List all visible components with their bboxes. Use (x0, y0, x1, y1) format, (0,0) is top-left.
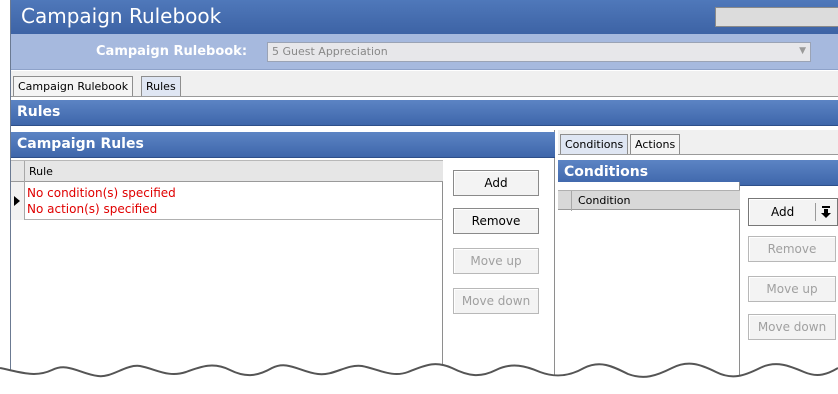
torn-edge-decoration (0, 362, 838, 394)
